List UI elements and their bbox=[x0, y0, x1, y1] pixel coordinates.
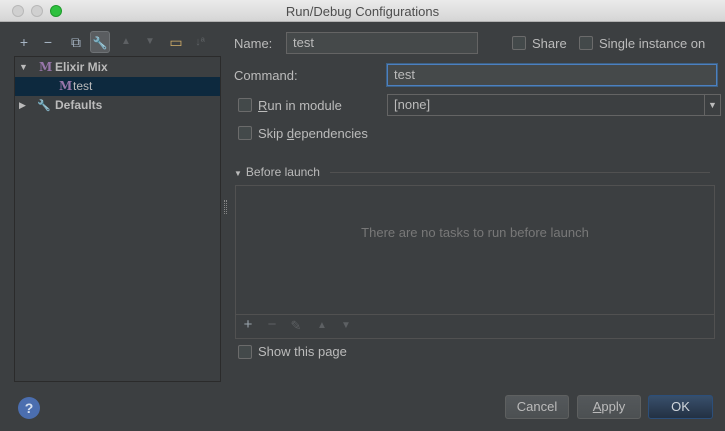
elixir-mix-icon: M bbox=[39, 60, 53, 74]
single-instance-checkbox[interactable] bbox=[579, 36, 593, 50]
show-this-page-checkbox[interactable] bbox=[238, 345, 252, 359]
command-label: Command: bbox=[234, 68, 298, 83]
show-this-page-label: Show this page bbox=[258, 344, 347, 359]
tree-item-test[interactable]: M test bbox=[15, 77, 220, 96]
folder-icon[interactable]: ▭ bbox=[166, 31, 186, 53]
help-button[interactable]: ? bbox=[18, 397, 40, 419]
cancel-button[interactable]: Cancel bbox=[505, 395, 569, 419]
run-in-module-label: Run in module bbox=[258, 98, 342, 113]
tree-item-label: Elixir Mix bbox=[55, 60, 108, 74]
collapse-arrow-icon[interactable]: ▼ bbox=[234, 169, 242, 178]
copy-icon[interactable]: ⧉ bbox=[66, 31, 86, 53]
skip-dependencies-checkbox[interactable] bbox=[238, 126, 252, 140]
name-label: Name: bbox=[234, 36, 273, 51]
window-title: Run/Debug Configurations bbox=[285, 4, 440, 19]
collapse-arrow-icon[interactable]: ▶ bbox=[19, 96, 26, 115]
before-launch-list[interactable]: There are no tasks to run before launch … bbox=[235, 185, 715, 339]
run-in-module-checkbox[interactable] bbox=[238, 98, 252, 112]
tree-item-defaults[interactable]: ▶ 🔧 Defaults bbox=[15, 96, 220, 115]
tree-item-elixir-mix[interactable]: ▼ M Elixir Mix bbox=[15, 58, 220, 77]
chevron-down-icon[interactable]: ▼ bbox=[704, 95, 720, 115]
tree-item-label: Defaults bbox=[55, 98, 103, 112]
before-launch-toolbar: + − ✎ ▲ ▼ bbox=[236, 314, 714, 338]
edit-defaults-icon[interactable]: 🔧 bbox=[90, 31, 110, 53]
section-divider bbox=[330, 172, 710, 173]
expand-arrow-icon[interactable]: ▼ bbox=[19, 58, 28, 77]
ok-button[interactable]: OK bbox=[648, 395, 713, 419]
title-bar: Run/Debug Configurations bbox=[0, 0, 725, 22]
empty-tasks-message: There are no tasks to run before launch bbox=[361, 225, 589, 240]
edit-task-icon[interactable]: ✎ bbox=[288, 318, 304, 334]
single-instance-label: Single instance on bbox=[599, 36, 706, 51]
move-down-icon[interactable]: ▼ bbox=[140, 31, 160, 53]
move-task-up-icon[interactable]: ▲ bbox=[314, 320, 330, 331]
name-field[interactable]: test bbox=[286, 32, 478, 54]
wrench-icon: 🔧 bbox=[37, 99, 51, 112]
tree-item-label: test bbox=[73, 79, 93, 93]
apply-button[interactable]: Apply bbox=[577, 395, 641, 419]
move-task-down-icon[interactable]: ▼ bbox=[338, 320, 354, 331]
module-select-value: [none] bbox=[394, 97, 431, 112]
elixir-mix-icon: M bbox=[59, 79, 73, 93]
panel-splitter[interactable] bbox=[224, 200, 227, 214]
module-select[interactable]: [none] ▼ bbox=[387, 94, 721, 116]
sort-icon[interactable]: ↓ª bbox=[190, 31, 210, 53]
command-field[interactable]: test bbox=[387, 64, 717, 86]
remove-icon[interactable]: − bbox=[38, 31, 58, 53]
add-task-icon[interactable]: + bbox=[240, 316, 256, 333]
configurations-tree[interactable]: ▼ M Elixir Mix M test ▶ 🔧 Defaults bbox=[14, 56, 221, 382]
remove-task-icon[interactable]: − bbox=[264, 316, 280, 333]
before-launch-header[interactable]: ▼ Before launch bbox=[234, 165, 320, 179]
move-up-icon[interactable]: ▲ bbox=[116, 31, 136, 53]
skip-dependencies-label: Skip dependencies bbox=[258, 126, 368, 141]
share-label: Share bbox=[532, 36, 567, 51]
share-checkbox[interactable] bbox=[512, 36, 526, 50]
add-icon[interactable]: + bbox=[14, 31, 34, 53]
